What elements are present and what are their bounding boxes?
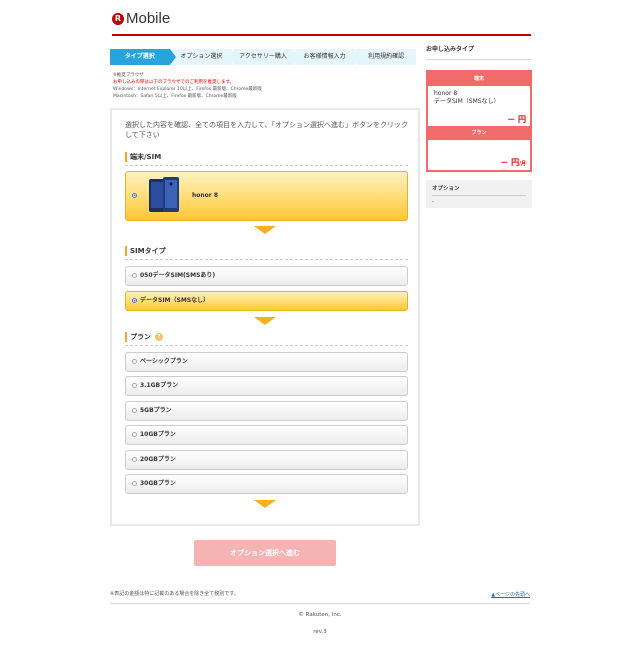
order-summary-sidebar: お申し込みタイプ 端末 honor 8 データSIM（SMSなし） － 円 プラ… <box>426 44 532 208</box>
summary-plan-unit: /月 <box>519 161 526 167</box>
sim-option-label: 050データSIM(SMSあり) <box>140 272 216 279</box>
browser-notice-title: ※推奨ブラウザ <box>113 73 144 78</box>
section-title-sim: SIMタイプ <box>125 246 166 256</box>
summary-option-label: オプション <box>432 184 526 196</box>
divider <box>125 345 408 346</box>
plan-option-label: 30GBプラン <box>140 480 176 487</box>
plan-option-basic[interactable]: ベーシックプラン <box>125 352 408 372</box>
summary-plan-price: － 円 <box>500 158 520 167</box>
radio-unselected[interactable] <box>132 273 137 278</box>
progress-steps: タイプ選択 オプション選択 アクセサリー購入 お客様情報入力 利用規約確認 <box>110 49 418 65</box>
section-title-device: 端末/SIM <box>125 152 161 162</box>
divider <box>125 165 408 166</box>
browser-notice-mac: Macintosh：Safari 5以上、Firefox 最新版、Chrome最… <box>113 94 237 99</box>
radio-selected[interactable] <box>132 298 137 303</box>
help-icon[interactable]: ? <box>155 333 163 341</box>
rakuten-mobile-logo[interactable]: R Mobile <box>112 10 170 27</box>
down-arrow-icon <box>254 226 276 234</box>
summary-device-price: － 円 <box>507 115 526 124</box>
browser-notice-windows: Windows：Internet Explorer 10以上、Firefox 最… <box>113 87 262 92</box>
radio-unselected[interactable] <box>132 481 137 486</box>
summary-device-name: honor 8 <box>434 90 458 97</box>
proceed-to-options-button[interactable]: オプション選択へ進む <box>194 540 336 566</box>
plan-option-label: ベーシックプラン <box>140 358 188 365</box>
radio-selected[interactable] <box>132 193 137 198</box>
radio-unselected[interactable] <box>132 383 137 388</box>
footer-divider <box>110 603 530 604</box>
site-header: R Mobile <box>112 8 531 36</box>
step-option-select: オプション選択 <box>171 49 237 65</box>
phone-image <box>149 177 179 212</box>
radio-unselected[interactable] <box>132 432 137 437</box>
plan-option-label: 10GBプラン <box>140 431 176 438</box>
plan-option-10gb[interactable]: 10GBプラン <box>125 425 408 445</box>
sim-option-050[interactable]: 050データSIM(SMSあり) <box>125 266 408 286</box>
summary-device-header: 端末 <box>428 72 530 86</box>
summary-plan-header: プラン <box>428 126 530 140</box>
tax-note: ※表記の金額は特に記載のある場合を除き全て税別です。 <box>110 591 239 597</box>
logo-mark: R <box>112 12 124 25</box>
sim-option-label: データSIM（SMSなし） <box>140 297 210 304</box>
down-arrow-icon <box>254 500 276 508</box>
step-accessory: アクセサリー購入 <box>233 49 299 65</box>
summary-device-body: honor 8 データSIM（SMSなし） － 円 <box>428 86 530 126</box>
summary-plan-body: － 円/月 <box>428 140 530 170</box>
summary-plan-price-wrap: － 円/月 <box>500 159 526 168</box>
step-type-select: タイプ選択 <box>110 49 176 65</box>
radio-unselected[interactable] <box>132 457 137 462</box>
intro-text: 選択した内容を確認、全ての項目を入力して、「オプション選択へ進む」ボタンをクリッ… <box>125 121 408 139</box>
plan-option-label: 5GBプラン <box>140 407 172 414</box>
browser-notice-warning: お申し込みの際は以下のブラウザでのご利用を推奨します。 <box>113 80 235 85</box>
device-option-honor8[interactable]: honor 8 <box>125 171 408 221</box>
summary-device-sim: データSIM（SMSなし） <box>434 98 500 105</box>
plan-title-text: プラン <box>130 333 151 341</box>
plan-option-label: 3.1GBプラン <box>140 382 179 389</box>
copyright: © Rakuten, Inc. <box>298 612 342 618</box>
radio-unselected[interactable] <box>132 408 137 413</box>
selection-panel: 選択した内容を確認、全ての項目を入力して、「オプション選択へ進む」ボタンをクリッ… <box>110 108 420 526</box>
plan-option-label: 20GBプラン <box>140 456 176 463</box>
plan-option-20gb[interactable]: 20GBプラン <box>125 450 408 470</box>
revision: rev.3 <box>313 629 327 635</box>
browser-notice: ※推奨ブラウザ お申し込みの際は以下のブラウザでのご利用を推奨します。 Wind… <box>113 72 262 100</box>
logo-text: Mobile <box>126 10 171 27</box>
sim-option-data[interactable]: データSIM（SMSなし） <box>125 291 408 311</box>
down-arrow-icon <box>254 317 276 325</box>
radio-unselected[interactable] <box>132 359 137 364</box>
plan-option-5gb[interactable]: 5GBプラン <box>125 401 408 421</box>
summary-options: オプション - <box>426 180 532 208</box>
plan-option-30gb[interactable]: 30GBプラン <box>125 474 408 494</box>
step-customer-info: お客様情報入力 <box>294 49 360 65</box>
device-name: honor 8 <box>192 192 219 199</box>
summary-option-value: - <box>432 199 434 205</box>
sidebar-title: お申し込みタイプ <box>426 44 532 60</box>
summary-box: 端末 honor 8 データSIM（SMSなし） － 円 プラン － 円/月 <box>426 70 532 172</box>
section-title-plan: プラン? <box>125 332 163 342</box>
divider <box>125 259 408 260</box>
step-terms: 利用規約確認 <box>356 49 416 65</box>
plan-option-3gb[interactable]: 3.1GBプラン <box>125 376 408 396</box>
back-to-top-link[interactable]: ▲ページの先頭へ <box>491 591 530 598</box>
